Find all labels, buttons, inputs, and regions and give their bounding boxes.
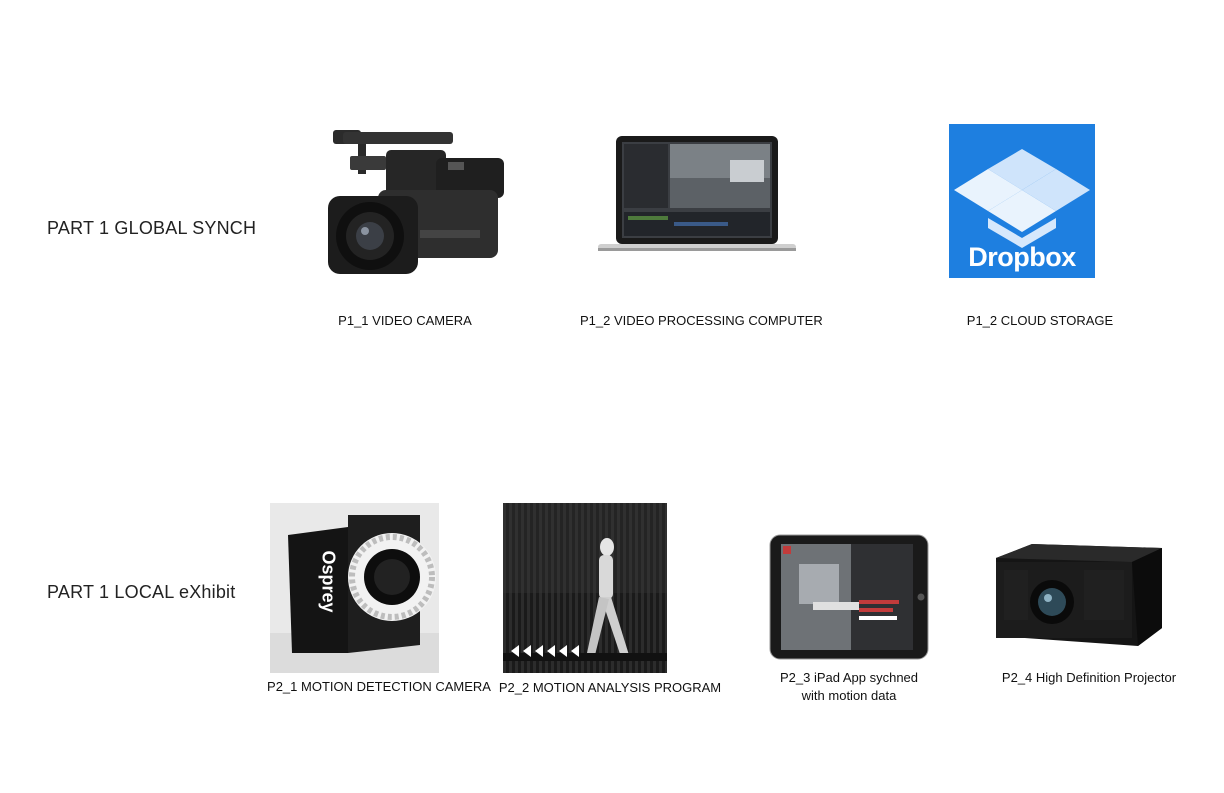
caption-p2-3-line2: with motion data [801, 688, 897, 703]
dropbox-logo: Dropbox [949, 124, 1095, 278]
osprey-brand: Osprey [318, 550, 339, 613]
caption-p2-2: P2_2 MOTION ANALYSIS PROGRAM [498, 680, 722, 695]
motion-analysis-image [503, 503, 667, 673]
caption-p2-3-line1: P2_3 iPad App sychned [779, 670, 919, 685]
caption-p1-1: P1_1 VIDEO CAMERA [338, 313, 472, 328]
projector-icon [992, 540, 1167, 652]
laptop-icon [598, 134, 796, 252]
dropbox-wordmark: Dropbox [968, 242, 1076, 272]
section-label-local-exhibit: PART 1 LOCAL eXhibit [47, 582, 236, 602]
caption-p1-2-cloud: P1_2 CLOUD STORAGE [966, 313, 1114, 328]
caption-p1-2-computer: P1_2 VIDEO PROCESSING COMPUTER [580, 313, 823, 328]
motion-camera-icon: Osprey [270, 503, 439, 673]
video-camera-icon [308, 122, 508, 280]
section-label-global-synch: PART 1 GLOBAL SYNCH [47, 218, 257, 238]
caption-p2-4: P2_4 High Definition Projector [1001, 670, 1177, 685]
caption-p2-1: P2_1 MOTION DETECTION CAMERA [267, 679, 491, 694]
tablet-icon [769, 534, 929, 660]
